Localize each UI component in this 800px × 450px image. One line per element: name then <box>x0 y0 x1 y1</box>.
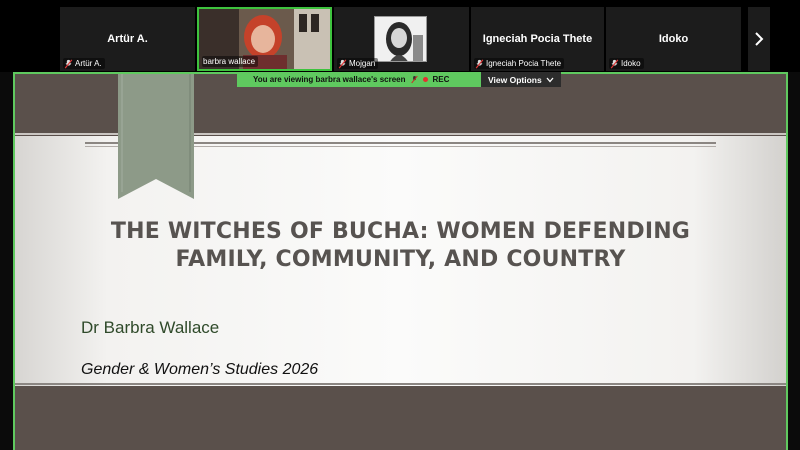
participant-tag: Igneciah Pocia Thete <box>474 58 565 69</box>
divider <box>15 383 786 385</box>
recording-dot-icon <box>422 77 428 82</box>
participant-tag-label: barbra wallace <box>203 57 256 66</box>
participant-tag: barbra wallace <box>202 56 259 67</box>
participant-tile-igneciah[interactable]: Igneciah Pocia Thete Igneciah Pocia Thet… <box>471 7 604 71</box>
participant-tile-barbra[interactable]: barbra wallace <box>197 7 332 71</box>
participant-name: Artür A. <box>107 33 148 45</box>
participant-tag-label: Artür A. <box>75 59 102 68</box>
chevron-down-icon <box>546 77 554 82</box>
microphone-off-icon <box>610 58 619 69</box>
participant-tile-artur[interactable]: Artür A. Artür A. <box>60 7 195 71</box>
viewing-message-text: You are viewing barbra wallace's screen <box>253 75 406 84</box>
participant-tag-label: Mojgan <box>349 59 376 68</box>
microphone-off-icon <box>338 58 347 69</box>
shared-screen: THE WITCHES OF BUCHA: WOMEN DEFENDING FA… <box>13 72 788 450</box>
slide-course: Gender & Women’s Studies 2026 <box>81 361 319 378</box>
participant-name: Idoko <box>658 33 689 45</box>
avatar <box>375 17 426 61</box>
bookmark-ribbon-decoration <box>118 74 194 199</box>
participant-tag-label: Igneciah Pocia Thete <box>486 59 562 68</box>
participant-tag-label: Idoko <box>621 59 641 68</box>
slide-author: Dr Barbra Wallace <box>81 318 220 337</box>
microphone-off-icon <box>475 58 484 69</box>
participant-strip: Artür A. Artür A. barbra wallace Mojgan … <box>0 0 800 72</box>
slide-title: THE WITCHES OF BUCHA: WOMEN DEFENDING FA… <box>75 218 726 274</box>
slide-footer-band <box>15 386 786 450</box>
slide-title-line: THE WITCHES OF BUCHA: WOMEN DEFENDING <box>110 219 691 244</box>
screen-share-banner: You are viewing barbra wallace's screen … <box>237 72 561 87</box>
viewing-message: You are viewing barbra wallace's screen … <box>237 72 481 87</box>
microphone-off-icon <box>410 75 418 84</box>
zoom-meeting-window: Artür A. Artür A. barbra wallace Mojgan … <box>0 0 800 450</box>
profile-photo <box>374 16 427 62</box>
view-options-button[interactable]: View Options <box>481 72 561 87</box>
participant-tag: Artür A. <box>63 58 105 69</box>
participant-tile-idoko[interactable]: Idoko Idoko <box>606 7 741 71</box>
recording-label: REC <box>432 75 450 84</box>
participant-tile-mojgan[interactable]: Mojgan <box>334 7 469 71</box>
next-participants-button[interactable] <box>748 7 770 71</box>
participant-tag: Idoko <box>609 58 644 69</box>
chevron-right-icon <box>755 32 764 46</box>
slide-title-line: FAMILY, COMMUNITY, AND COUNTRY <box>175 247 626 272</box>
view-options-label: View Options <box>488 74 542 85</box>
participant-name: Igneciah Pocia Thete <box>482 33 593 45</box>
microphone-off-icon <box>64 58 73 69</box>
participant-tag: Mojgan <box>337 58 379 69</box>
